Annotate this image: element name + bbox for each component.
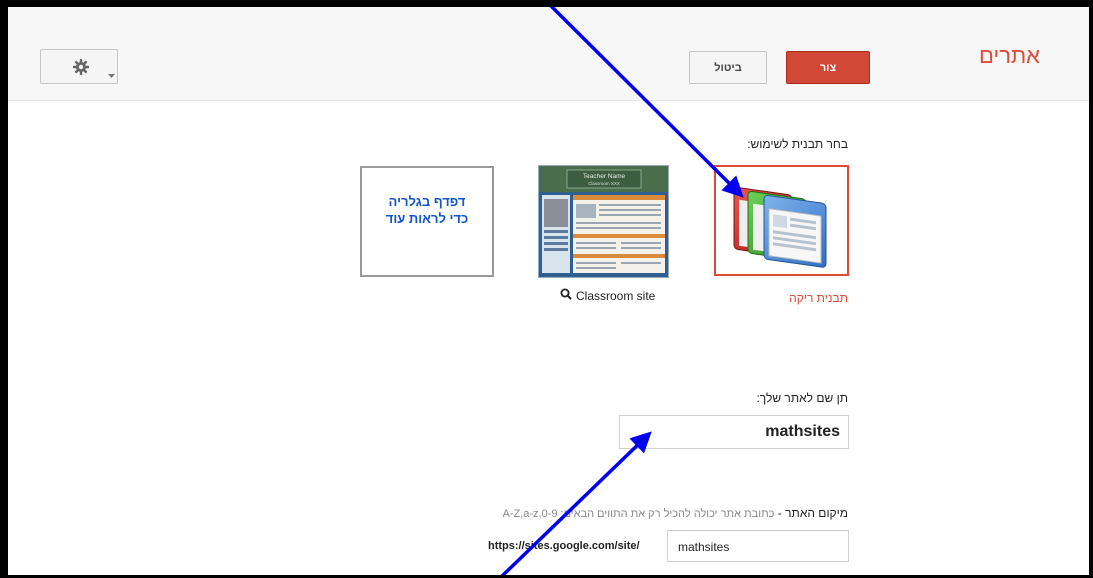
site-location-hint: כתובת אתר יכולה להכיל רק את התווים הבאים…	[502, 508, 775, 520]
template-blank-caption[interactable]: תבנית ריקה	[789, 291, 848, 305]
site-name-input[interactable]: mathsites	[619, 415, 849, 449]
site-location-label: מיקום האתר - כתובת אתר יכולה להכיל רק את…	[502, 506, 848, 520]
template-classroom[interactable]: Teacher Name Classroom XXX	[538, 165, 669, 278]
header-bar: אתרים צור ביטול	[8, 7, 1089, 101]
browse-gallery-line2: כדי לראות עוד	[385, 211, 469, 226]
classroom-thumb-title: Teacher Name	[583, 173, 626, 180]
template-classroom-caption[interactable]: Classroom site	[560, 288, 655, 303]
cancel-button[interactable]: ביטול	[689, 51, 767, 84]
site-url-prefix: https://sites.google.com/site/	[488, 540, 640, 552]
sites-logo-icon	[733, 187, 827, 268]
chevron-down-icon	[108, 65, 115, 83]
app-title: אתרים	[979, 43, 1040, 68]
site-name-label: תן שם לאתר שלך:	[756, 391, 848, 405]
template-blank[interactable]	[714, 165, 849, 276]
choose-template-label: בחר תבנית לשימוש:	[747, 137, 848, 151]
browse-gallery-link[interactable]: דפדף בגלריה כדי לראות עוד	[360, 166, 494, 277]
settings-button[interactable]	[40, 49, 118, 84]
site-location-separator: -	[774, 506, 786, 520]
classroom-thumbnail: Teacher Name Classroom XXX	[539, 166, 668, 277]
site-location-title: מיקום האתר	[785, 506, 848, 520]
classroom-caption-text: Classroom site	[576, 288, 656, 303]
classroom-thumb-subtitle: Classroom XXX	[588, 181, 620, 186]
create-button[interactable]: צור	[786, 51, 870, 84]
magnifier-icon[interactable]	[560, 288, 572, 303]
browse-gallery-line1: דפדף בגלריה	[388, 194, 466, 209]
site-url-input[interactable]: mathsites	[667, 530, 849, 562]
gear-icon	[73, 59, 89, 80]
